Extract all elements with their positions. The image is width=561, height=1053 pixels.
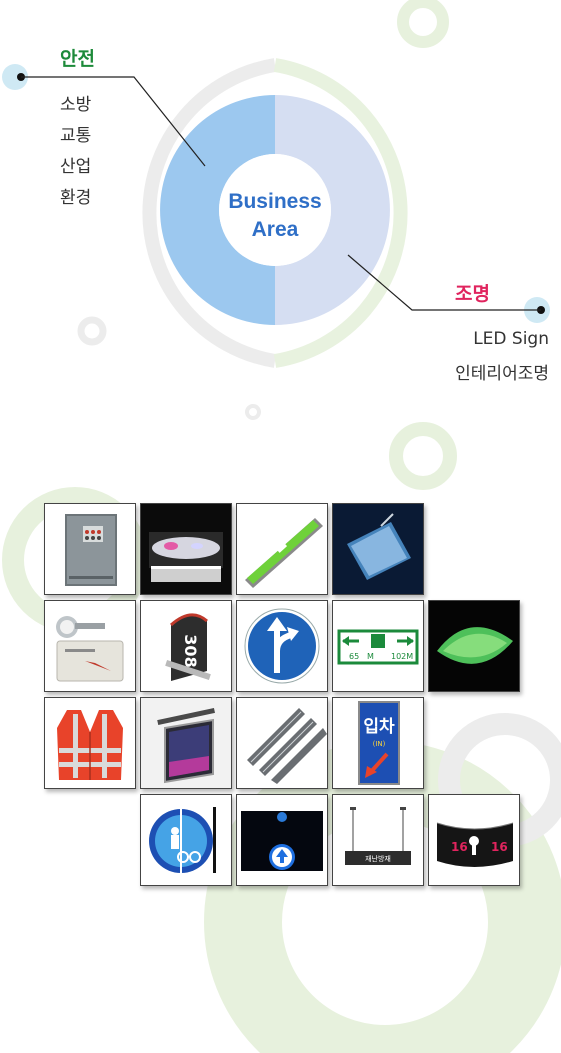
product-tile-pedestrian-bike-sign[interactable]	[140, 794, 232, 886]
product-tile-safety-vest[interactable]	[44, 697, 136, 789]
product-tile-traffic-direction-sign[interactable]	[236, 600, 328, 692]
room-number-sign-image: 308	[141, 601, 231, 691]
led-strip-bars-image	[237, 698, 327, 788]
exit-sign-left-distance: 65	[349, 652, 359, 661]
product-tile-acrylic-light-panel[interactable]	[332, 503, 424, 595]
product-tile-hanging-light-box[interactable]	[140, 697, 232, 789]
product-tile-parking-entry-sign[interactable]: 입차 (IN)	[332, 697, 424, 789]
emergency-light-image	[45, 601, 135, 691]
direction-light-panel-image	[237, 795, 327, 885]
pedestrian-bike-sign-image	[141, 795, 231, 885]
deco-ring-mid-right	[389, 422, 457, 490]
safety-vest-image	[45, 698, 135, 788]
deco-ring-small-left	[77, 316, 107, 346]
safety-item-traffic[interactable]: 교통	[60, 121, 91, 152]
product-tile-led-bar[interactable]	[236, 503, 328, 595]
product-tile-leaf-lamp[interactable]	[428, 600, 520, 692]
exit-sign-unit: M	[367, 652, 374, 661]
business-area-line1: Business	[228, 190, 322, 213]
business-area-line2: Area	[251, 218, 299, 241]
leaf-lamp-image	[429, 601, 519, 691]
parking-sign-text: 입차	[363, 717, 395, 737]
deco-ring-tiny	[245, 404, 261, 420]
curved-sign-number-right: 16	[491, 840, 508, 854]
fire-control-panel-image	[45, 504, 135, 594]
safety-item-fire[interactable]: 소방	[60, 90, 91, 121]
traffic-direction-sign-image	[237, 601, 327, 691]
product-tile-ceiling-hanging-sign[interactable]: 재난방재	[332, 794, 424, 886]
business-area-label: Business Area	[205, 188, 345, 244]
safety-category-title[interactable]: 안전	[60, 44, 95, 71]
safety-item-environment[interactable]: 환경	[60, 183, 91, 214]
room-number-text: 308	[181, 634, 200, 667]
acrylic-panel-image	[333, 504, 423, 594]
led-bar-image	[237, 504, 327, 594]
lighting-category-list: LED Sign 인테리어조명	[424, 322, 549, 392]
curved-wall-sign-image: 16 16	[429, 795, 519, 885]
product-tile-emergency-light[interactable]	[44, 600, 136, 692]
product-tile-led-strip-bars[interactable]	[236, 697, 328, 789]
lighting-item-interior[interactable]: 인테리어조명	[424, 357, 549, 392]
hanging-sign-text: 재난방재	[365, 854, 391, 863]
safety-category-list: 소방 교통 산업 환경	[60, 90, 91, 214]
exit-sign-right-distance: 102M	[391, 652, 413, 661]
deco-ring-top-right	[397, 0, 449, 48]
product-tile-light-table[interactable]	[140, 503, 232, 595]
product-tile-room-number-sign[interactable]: 308	[140, 600, 232, 692]
ceiling-hanging-sign-image: 재난방재	[333, 795, 423, 885]
curved-sign-number-left: 16	[451, 840, 468, 854]
product-tile-direction-light-panel[interactable]	[236, 794, 328, 886]
lighting-category-title[interactable]: 조명	[455, 279, 490, 306]
product-tile-curved-wall-sign[interactable]: 16 16	[428, 794, 520, 886]
safety-item-industry[interactable]: 산업	[60, 152, 91, 183]
exit-sign-image: 65 M 102M	[333, 601, 423, 691]
product-tile-fire-control-panel[interactable]	[44, 503, 136, 595]
hanging-light-box-image	[141, 698, 231, 788]
lighting-item-led-sign[interactable]: LED Sign	[424, 322, 549, 357]
parking-sign-subtext: (IN)	[373, 740, 386, 748]
light-table-image	[141, 504, 231, 594]
product-tile-exit-sign[interactable]: 65 M 102M	[332, 600, 424, 692]
parking-entry-sign-image: 입차 (IN)	[333, 698, 423, 788]
